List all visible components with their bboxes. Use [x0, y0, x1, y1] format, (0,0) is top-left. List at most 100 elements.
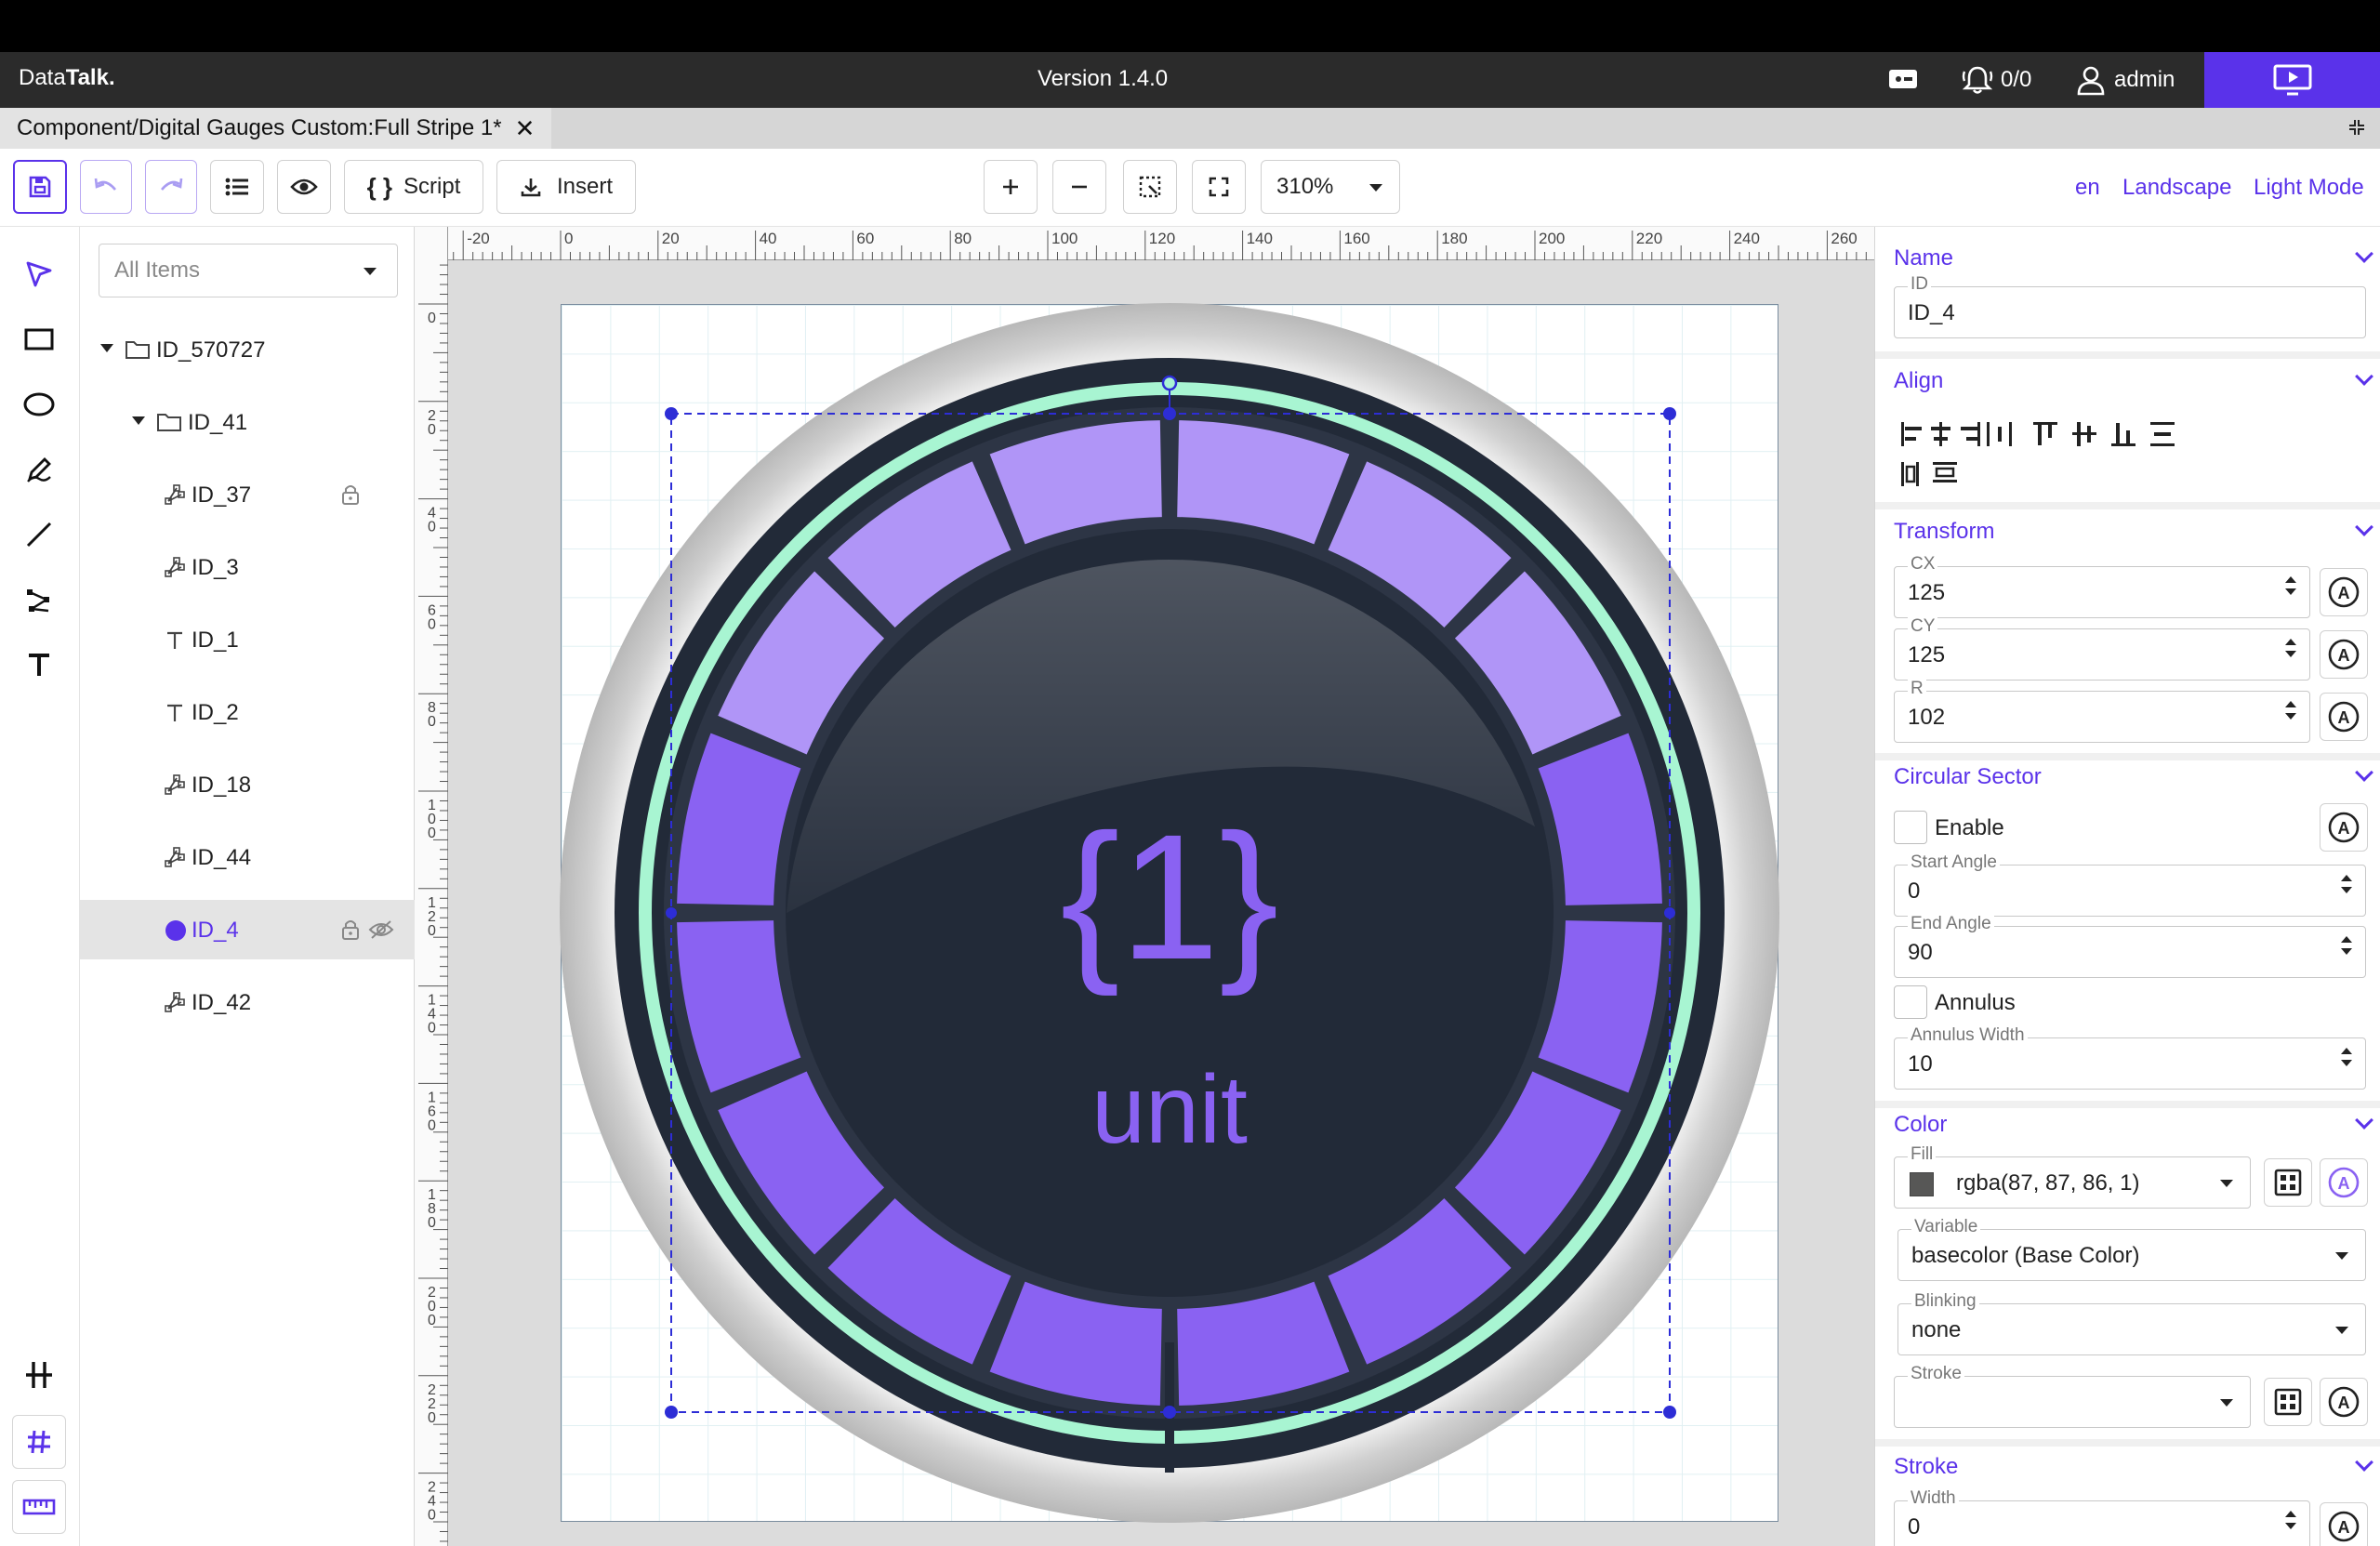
stroke-auto-button[interactable]: A — [2320, 1378, 2368, 1426]
align-bottom-icon[interactable] — [2111, 423, 2135, 446]
save-button[interactable] — [13, 160, 67, 214]
chevron-down-icon[interactable] — [2355, 367, 2373, 386]
insert-button[interactable]: Insert — [496, 160, 636, 214]
flip-horizontal-icon[interactable] — [1901, 462, 1919, 486]
distribute-horizontal-icon[interactable] — [1987, 422, 2012, 446]
layer-item[interactable]: ID_44 — [80, 827, 415, 887]
stroke-width-field[interactable]: Width 0 — [1894, 1488, 2310, 1546]
end-angle-field[interactable]: End Angle 90 — [1894, 914, 2366, 978]
align-left-icon[interactable] — [1901, 422, 1922, 446]
layer-filter-select[interactable]: All Items — [99, 244, 398, 297]
stroke-color-select[interactable]: Stroke — [1894, 1364, 2251, 1428]
text-tool[interactable] — [12, 638, 66, 692]
zoom-out-button[interactable] — [1052, 160, 1106, 214]
ellipse-tool[interactable] — [12, 377, 66, 431]
cy-field[interactable]: CY 125 — [1894, 616, 2310, 681]
chevron-down-icon[interactable] — [2355, 1453, 2373, 1472]
flip-vertical-icon[interactable] — [1933, 462, 1957, 482]
variable-select[interactable]: Variable basecolor (Base Color) — [1897, 1217, 2366, 1281]
layer-item[interactable]: ID_2 — [80, 682, 415, 742]
app-logo[interactable]: DataTalk. — [19, 65, 115, 91]
layer-item[interactable]: ID_42 — [80, 972, 415, 1032]
resize-handle-bottom-left[interactable] — [665, 1406, 678, 1419]
cx-stepper[interactable] — [2283, 571, 2298, 601]
chevron-down-icon[interactable] — [2355, 1111, 2373, 1130]
alarm-button[interactable]: 0/0 — [1960, 61, 2031, 99]
stroke-palette-button[interactable] — [2264, 1378, 2312, 1426]
ruler-toggle[interactable] — [12, 1480, 66, 1534]
expand-triangle-icon[interactable] — [100, 344, 113, 352]
chevron-down-icon[interactable] — [2355, 763, 2373, 782]
redo-button[interactable] — [145, 160, 197, 214]
r-field[interactable]: R 102 — [1894, 679, 2310, 743]
lock-icon[interactable] — [340, 918, 361, 941]
lock-icon[interactable] — [340, 483, 361, 506]
cy-auto-button[interactable]: A — [2320, 630, 2368, 679]
resize-handle-top[interactable] — [1163, 407, 1176, 420]
pen-tool[interactable] — [12, 443, 66, 496]
align-top-icon[interactable] — [2033, 422, 2057, 445]
collapse-icon[interactable] — [2347, 117, 2367, 142]
align-center-horizontal-icon[interactable] — [1931, 422, 1950, 446]
chat-button[interactable] — [1887, 61, 1919, 99]
snap-tool[interactable] — [12, 1348, 66, 1402]
zoom-selection-button[interactable] — [1123, 160, 1177, 214]
theme-toggle[interactable]: Light Mode — [2254, 175, 2364, 201]
layer-item[interactable]: ID_570727 — [80, 320, 415, 379]
layer-item[interactable]: ID_1 — [80, 610, 415, 669]
chevron-down-icon[interactable] — [2355, 244, 2373, 263]
annulus-width-field[interactable]: Annulus Width 10 — [1894, 1025, 2366, 1090]
enable-auto-button[interactable]: A — [2320, 803, 2368, 852]
r-stepper[interactable] — [2283, 695, 2298, 725]
section-name-title[interactable]: Name — [1894, 245, 1953, 271]
list-view-button[interactable] — [210, 160, 264, 214]
preview-play-button[interactable] — [2204, 52, 2380, 108]
select-tool[interactable] — [12, 247, 66, 301]
blinking-select[interactable]: Blinking none — [1897, 1291, 2366, 1355]
gauge-component[interactable]: {1} unit — [415, 227, 1874, 1546]
orientation-toggle[interactable]: Landscape — [2122, 175, 2231, 201]
start-angle-stepper[interactable] — [2339, 869, 2354, 899]
layer-item[interactable]: ID_18 — [80, 755, 415, 814]
resize-handle-top-right[interactable] — [1663, 407, 1676, 420]
align-middle-vertical-icon[interactable] — [2072, 422, 2096, 446]
stroke-width-stepper[interactable] — [2283, 1505, 2298, 1535]
r-auto-button[interactable]: A — [2320, 693, 2368, 741]
document-tab[interactable]: Component/Digital Gauges Custom:Full Str… — [0, 108, 552, 149]
close-tab-icon[interactable]: ✕ — [515, 114, 536, 143]
layer-item[interactable]: ID_37 — [80, 465, 415, 524]
resize-handle-top-left[interactable] — [665, 407, 678, 420]
cy-stepper[interactable] — [2283, 633, 2298, 663]
resize-handle-bottom[interactable] — [1163, 1406, 1176, 1419]
distribute-vertical-icon[interactable] — [2150, 422, 2175, 446]
canvas-area[interactable]: -20 0 20 40 60 80 100 120 140 160 180 200 220 240 260 … — [415, 227, 1874, 1546]
section-align-title[interactable]: Align — [1894, 368, 1943, 394]
zoom-in-button[interactable] — [984, 160, 1038, 214]
undo-button[interactable] — [80, 160, 132, 214]
annulus-checkbox[interactable] — [1894, 985, 1927, 1019]
language-toggle[interactable]: en — [2075, 175, 2100, 201]
section-stroke-title[interactable]: Stroke — [1894, 1454, 1958, 1480]
layer-item[interactable]: ID_4 — [80, 900, 415, 959]
script-button[interactable]: { } Script — [344, 160, 483, 214]
fill-palette-button[interactable] — [2264, 1158, 2312, 1207]
resize-handle-left[interactable] — [666, 907, 677, 918]
cx-field[interactable]: CX 125 — [1894, 554, 2310, 618]
resize-handle-bottom-right[interactable] — [1663, 1406, 1676, 1419]
user-menu[interactable]: admin — [2075, 61, 2175, 99]
start-angle-field[interactable]: Start Angle 0 — [1894, 852, 2366, 917]
fit-screen-button[interactable] — [1192, 160, 1246, 214]
chevron-down-icon[interactable] — [2355, 518, 2373, 536]
fill-auto-button[interactable]: A — [2320, 1158, 2368, 1207]
preview-button[interactable] — [277, 160, 331, 214]
zoom-select[interactable]: 310% — [1261, 160, 1400, 214]
id-field[interactable]: ID ID_4 — [1894, 274, 2366, 338]
polyline-tool[interactable] — [12, 573, 66, 627]
eye-off-icon[interactable] — [368, 918, 394, 941]
enable-checkbox[interactable] — [1894, 811, 1927, 844]
layer-item[interactable]: ID_3 — [80, 537, 415, 597]
rectangle-tool[interactable] — [12, 312, 66, 366]
end-angle-stepper[interactable] — [2339, 931, 2354, 960]
annulus-width-stepper[interactable] — [2339, 1042, 2354, 1072]
line-tool[interactable] — [12, 508, 66, 562]
